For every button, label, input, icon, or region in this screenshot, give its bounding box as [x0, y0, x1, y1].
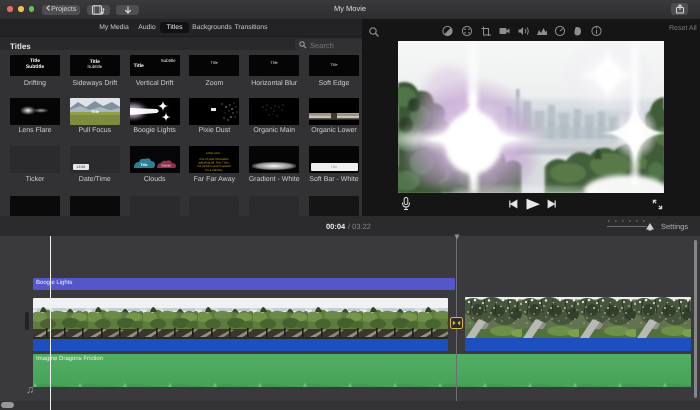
- svg-text:Title: Title: [91, 109, 100, 114]
- svg-text:for a industry: for a industry: [206, 167, 224, 171]
- svg-text:LONG AGO...: LONG AGO...: [206, 152, 222, 155]
- svg-text:Title: Title: [140, 163, 147, 167]
- svg-text:Subtitle: Subtitle: [161, 163, 171, 167]
